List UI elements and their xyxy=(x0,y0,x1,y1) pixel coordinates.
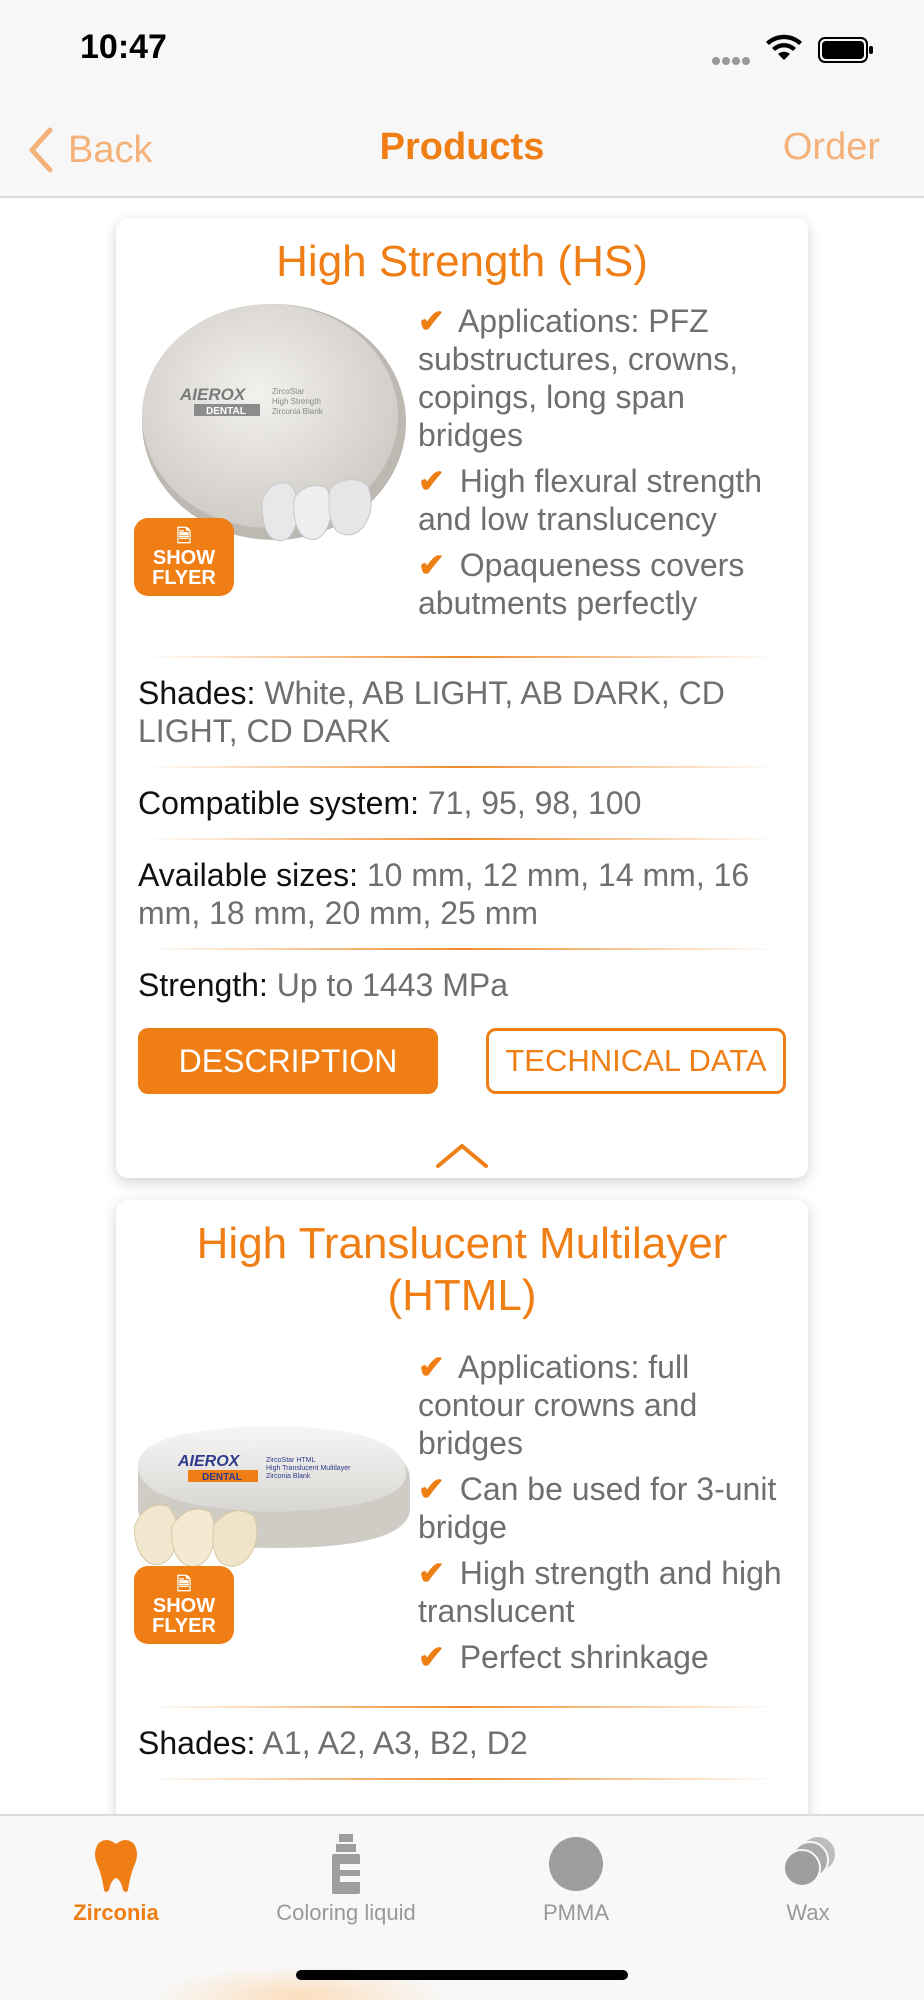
product-image: AIEROX DENTAL ZircoStar HTML High Transl… xyxy=(134,1348,410,1678)
feature-list: ✔ Applications: full contour crowns and … xyxy=(410,1348,790,1678)
bridge-teeth xyxy=(134,1504,258,1567)
check-icon: ✔ xyxy=(418,303,445,339)
disc-brand-text: AIEROX xyxy=(179,385,247,404)
spec-shades: Shades: A1, A2, A3, B2, D2 xyxy=(138,1725,528,1761)
svg-text:ZircoStar HTML: ZircoStar HTML xyxy=(266,1457,316,1464)
wifi-icon xyxy=(766,34,802,60)
divider xyxy=(146,1778,778,1780)
chevron-up-icon[interactable] xyxy=(434,1140,490,1170)
status-bar: 10:47 xyxy=(0,0,924,100)
show-flyer-button[interactable]: 🗎 SHOW FLYER xyxy=(134,1566,234,1644)
tab-zirconia[interactable]: Zirconia xyxy=(16,1834,216,1926)
feature-item: ✔ Applications: full contour crowns and … xyxy=(418,1349,698,1461)
bridge-teeth xyxy=(261,479,372,542)
feature-item: ✔ High strength and high translucent xyxy=(418,1555,782,1629)
svg-text:High Strength: High Strength xyxy=(272,397,321,406)
show-flyer-button[interactable]: 🗎 SHOW FLYER xyxy=(134,518,234,596)
svg-text:Zirconia Blank: Zirconia Blank xyxy=(272,407,324,416)
product-title: High Strength (HS) xyxy=(276,237,648,286)
wax-discs-icon xyxy=(783,1835,837,1887)
svg-text:ZircoStar: ZircoStar xyxy=(272,387,305,396)
check-icon: ✔ xyxy=(418,1349,445,1385)
svg-text:DENTAL: DENTAL xyxy=(202,1472,242,1483)
tab-wax[interactable]: Wax xyxy=(708,1834,908,1926)
description-button[interactable]: DESCRIPTION xyxy=(138,1028,438,1094)
tab-pmma[interactable]: PMMA xyxy=(476,1834,676,1926)
disc-icon xyxy=(549,1837,603,1891)
check-icon: ✔ xyxy=(418,1555,445,1591)
spec-available-sizes: Available sizes: 10 mm, 12 mm, 14 mm, 16… xyxy=(138,857,750,931)
feature-item: ✔ Can be used for 3-unit bridge xyxy=(418,1471,777,1545)
feature-item: ✔ Applications: PFZ substructures, crown… xyxy=(418,303,739,453)
order-button[interactable]: Order xyxy=(783,126,880,169)
spec-shades: Shades: White, AB LIGHT, AB DARK, CD LIG… xyxy=(138,675,725,749)
feature-list: ✔ Applications: PFZ substructures, crown… xyxy=(410,302,790,632)
home-indicator xyxy=(296,1970,628,1980)
tab-label: Coloring liquid xyxy=(276,1900,416,1925)
check-icon: ✔ xyxy=(418,1471,445,1507)
feature-item: ✔ Perfect shrinkage xyxy=(418,1639,709,1675)
check-icon: ✔ xyxy=(418,547,445,583)
tab-label: Wax xyxy=(786,1900,830,1925)
svg-text:High Translucent Multilayer: High Translucent Multilayer xyxy=(266,1465,351,1472)
check-icon: ✔ xyxy=(418,463,445,499)
check-icon: ✔ xyxy=(418,1639,445,1675)
svg-text:AIEROX: AIEROX xyxy=(177,1453,241,1470)
navigation-bar: Back Products Order xyxy=(0,100,924,198)
tooth-icon xyxy=(95,1840,137,1892)
battery-icon xyxy=(818,37,873,63)
tab-label: PMMA xyxy=(543,1900,609,1925)
tab-coloring-liquid[interactable]: Coloring liquid xyxy=(246,1834,446,1926)
product-card-html: High Translucent Multilayer (HTML) AIERO… xyxy=(116,1200,808,1814)
product-image: AIEROX DENTAL ZircoStar High Strength Zi… xyxy=(134,302,410,632)
status-time: 10:47 xyxy=(80,28,167,66)
technical-data-button[interactable]: TECHNICAL DATA xyxy=(486,1028,786,1094)
svg-text:Zirconia Blank: Zirconia Blank xyxy=(266,1473,311,1480)
spec-strength: Strength: Up to 1443 MPa xyxy=(138,967,508,1003)
product-list[interactable]: High Strength (HS) AIEROX DENTAL ZircoSt… xyxy=(0,200,924,1814)
svg-text:DENTAL: DENTAL xyxy=(206,406,246,417)
pdf-icon: 🗎 xyxy=(176,526,192,546)
tab-label: Zirconia xyxy=(73,1900,159,1925)
bottle-icon xyxy=(332,1834,360,1894)
feature-item: ✔ Opaqueness covers abutments perfectly xyxy=(418,547,745,621)
cellular-signal-icon xyxy=(712,52,756,65)
spec-compatible-system: Compatible system: 71, 95, 98, 100 xyxy=(138,785,642,821)
product-title: High Translucent Multilayer (HTML) xyxy=(196,1219,728,1320)
feature-item: ✔ High flexural strength and low translu… xyxy=(418,463,763,537)
pdf-icon: 🗎 xyxy=(176,1574,192,1594)
product-card-hs: High Strength (HS) AIEROX DENTAL ZircoSt… xyxy=(116,218,808,1178)
